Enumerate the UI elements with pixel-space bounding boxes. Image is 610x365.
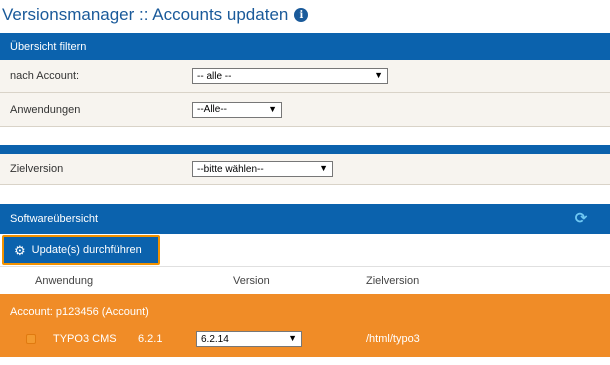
target-version-label: Zielversion [10, 163, 64, 175]
software-section-title: Softwareübersicht [10, 213, 99, 225]
installed-version: 6.2.1 [138, 333, 163, 345]
row-target-version-value: 6.2.14 [201, 333, 229, 345]
dropdown-arrow-icon: ▼ [288, 333, 297, 343]
refresh-icon[interactable]: ⟳ [574, 211, 588, 226]
application-name: TYPO3 CMS [53, 333, 117, 345]
info-icon[interactable]: i [294, 8, 309, 22]
install-path: /html/typo3 [366, 333, 420, 345]
account-filter-label: nach Account: [10, 70, 80, 82]
dropdown-arrow-icon: ▼ [374, 70, 383, 80]
account-select[interactable]: -- alle -- ▼ [192, 68, 388, 84]
filter-row-account: nach Account: -- alle -- ▼ [0, 60, 610, 93]
row-target-version-select[interactable]: 6.2.14 ▼ [196, 331, 302, 347]
applications-select-value: --Alle-- [197, 104, 227, 115]
column-header-version: Version [233, 275, 270, 287]
dropdown-arrow-icon: ▼ [268, 103, 277, 114]
filter-section-title: Übersicht filtern [10, 40, 87, 53]
row-select-icon[interactable] [26, 334, 36, 344]
gear-icon: ⚙ [14, 242, 26, 258]
column-header-application: Anwendung [35, 275, 94, 287]
dropdown-arrow-icon: ▼ [319, 163, 328, 173]
page-title-text: Versionsmanager :: Accounts updaten [2, 5, 289, 24]
run-updates-button[interactable]: ⚙ Update(s) durchführen [2, 235, 160, 265]
applications-filter-label: Anwendungen [10, 103, 81, 116]
filter-row-target-version: Zielversion --bitte wählen-- ▼ [0, 154, 610, 185]
account-group: Account: p123456 (Account) TYPO3 CMS 6.2… [0, 294, 610, 357]
filter-section-header: Übersicht filtern [0, 33, 610, 60]
column-header-target-version: Zielversion [366, 275, 420, 287]
software-toolbar: ⚙ Update(s) durchführen [0, 234, 610, 267]
target-version-select[interactable]: --bitte wählen-- ▼ [192, 161, 333, 177]
applications-select[interactable]: --Alle-- ▼ [192, 101, 282, 118]
software-section-header: Softwareübersicht ⟳ [0, 204, 610, 234]
divider-bar [0, 145, 610, 154]
account-select-value: -- alle -- [197, 70, 232, 82]
run-updates-label: Update(s) durchführen [31, 244, 142, 256]
filter-row-applications: Anwendungen --Alle-- ▼ [0, 93, 610, 127]
account-title: Account: p123456 (Account) [10, 306, 149, 318]
table-header: Anwendung Version Zielversion [0, 267, 610, 294]
page-title: Versionsmanager :: Accounts updaten i [2, 5, 309, 25]
target-version-select-value: --bitte wählen-- [197, 163, 264, 175]
